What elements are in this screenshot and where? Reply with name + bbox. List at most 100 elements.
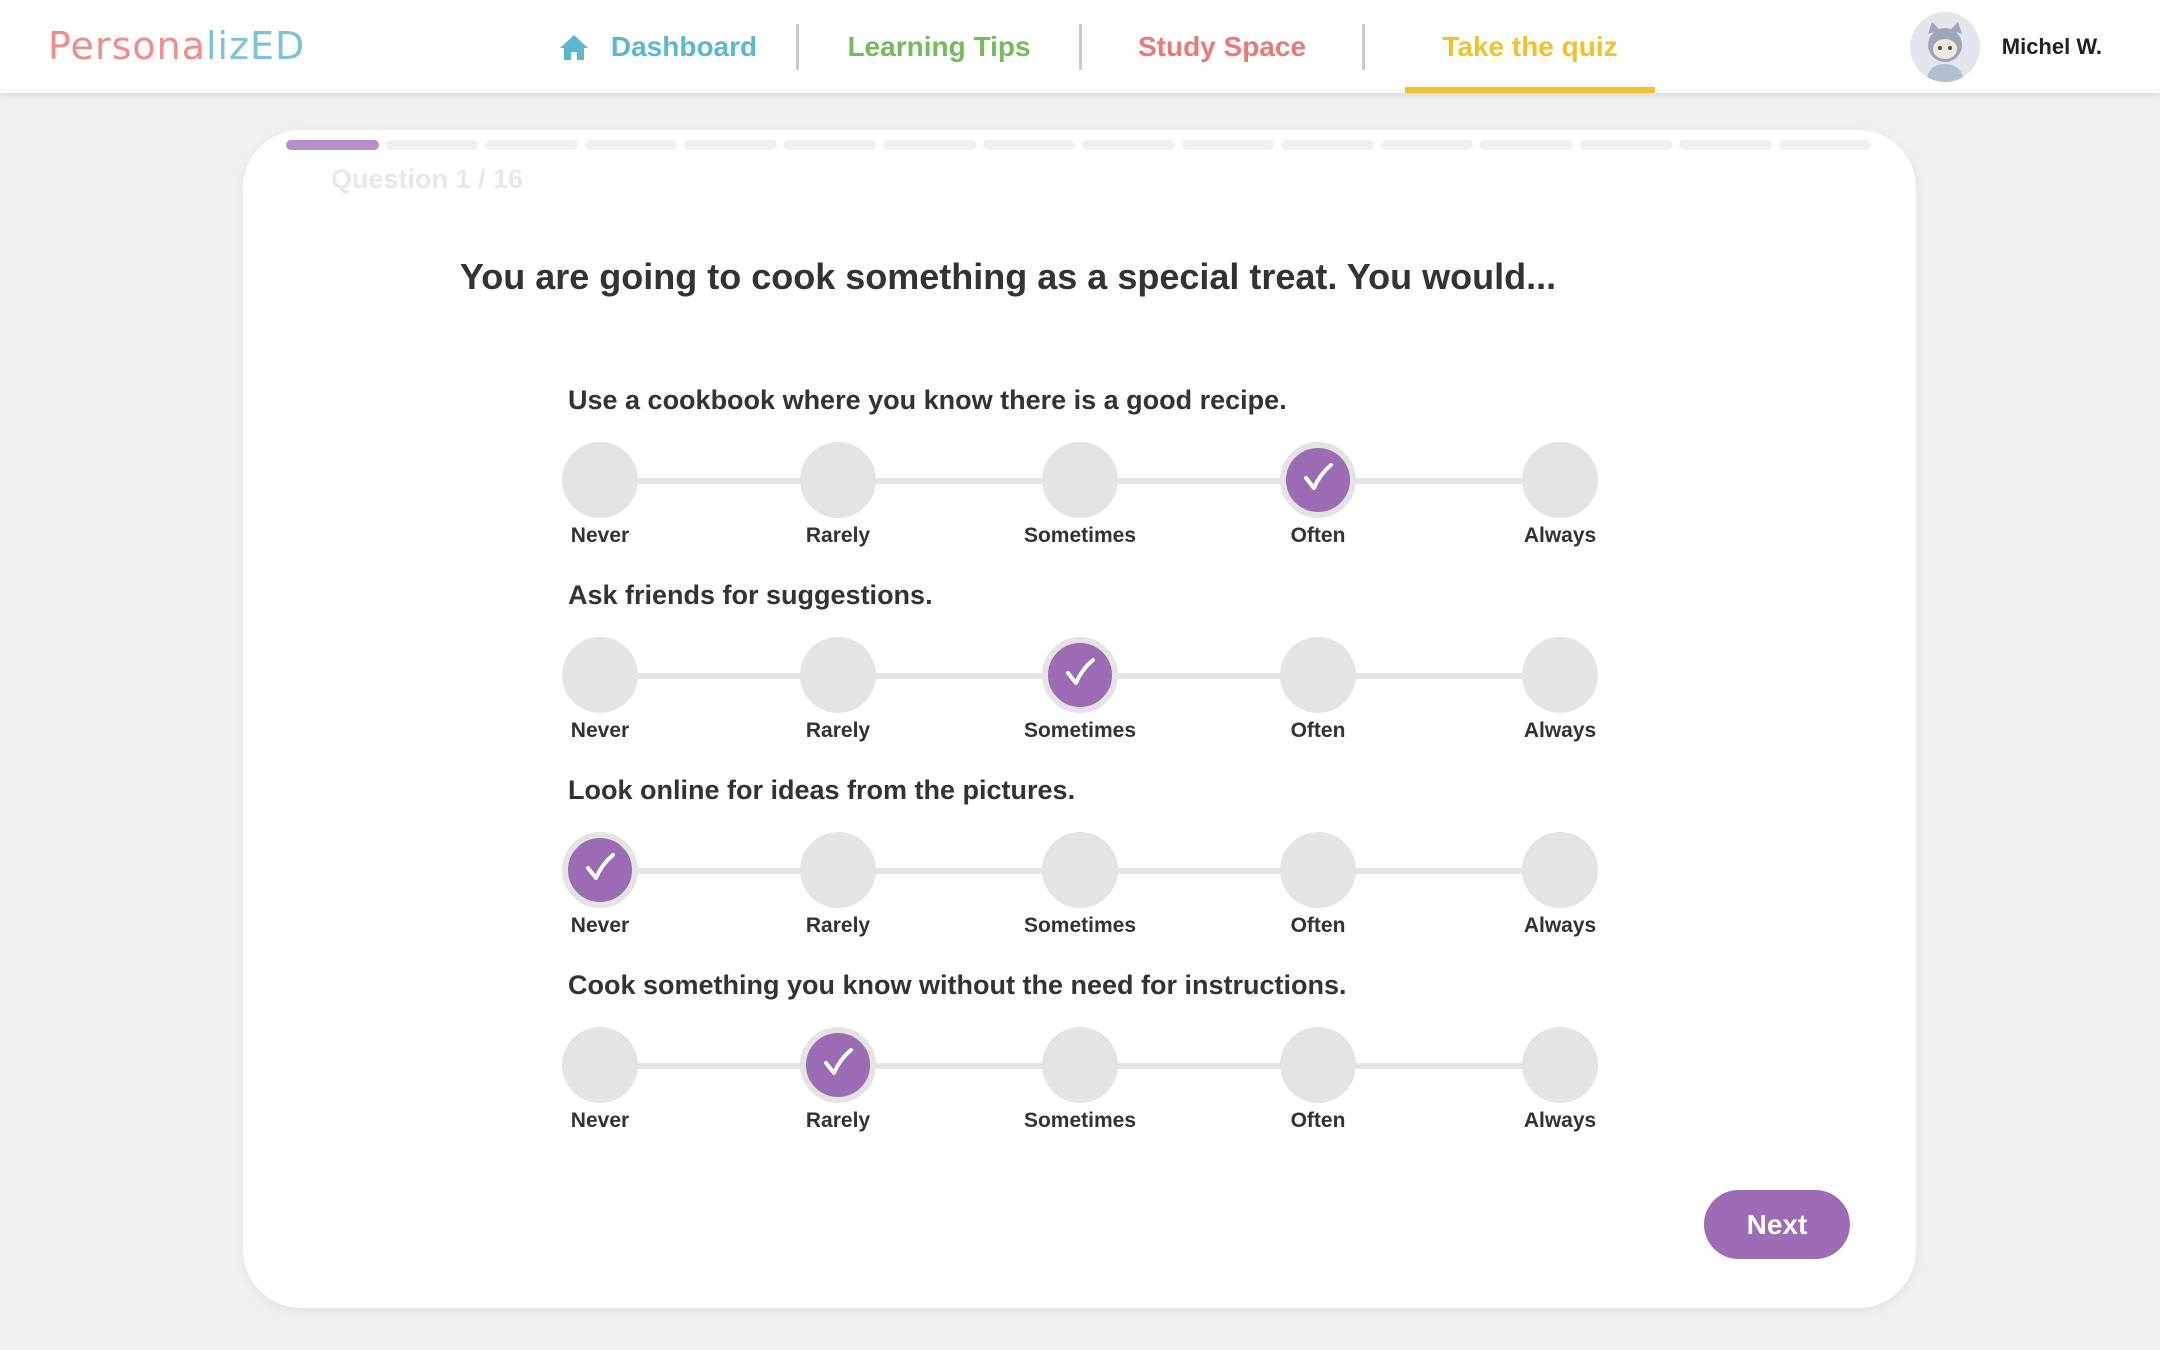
nav-study-space-label: Study Space — [1137, 30, 1307, 62]
scale-option-rarely[interactable]: Rarely — [758, 442, 918, 548]
next-button-label: Next — [1746, 1208, 1808, 1240]
scale-option-label: Always — [1523, 719, 1597, 742]
user-name: Michel W. — [2001, 34, 2102, 59]
scale-option-never[interactable]: Never — [520, 832, 680, 938]
radio-circle[interactable] — [562, 442, 638, 518]
scale-option-sometimes[interactable]: Sometimes — [1000, 832, 1160, 938]
scale-option-often[interactable]: Often — [1238, 442, 1398, 548]
avatar-icon[interactable] — [1909, 12, 1980, 82]
logo-text-part2: sona — [111, 24, 206, 68]
scale-option-label: Sometimes — [1023, 1109, 1137, 1132]
statement-text: Look online for ideas from the pictures. — [568, 775, 1076, 805]
scale-option-label: Never — [570, 524, 630, 547]
scale-option-label: Never — [570, 1109, 630, 1132]
question-counter: Question 1 / 16 — [331, 164, 524, 194]
frequency-scale: Never Rarely Sometimes Often Always — [562, 637, 1668, 747]
progress-segment — [883, 140, 976, 150]
scale-option-label: Often — [1290, 524, 1346, 547]
selected-radio[interactable] — [1042, 637, 1118, 713]
radio-circle[interactable] — [1280, 637, 1356, 713]
progress-segment — [485, 140, 578, 150]
statement-text: Ask friends for suggestions. — [568, 580, 933, 610]
scale-option-label: Sometimes — [1023, 914, 1137, 937]
radio-circle[interactable] — [1280, 1027, 1356, 1103]
radio-circle[interactable] — [1522, 832, 1598, 908]
progress-segment — [385, 140, 478, 150]
selected-radio[interactable] — [800, 1027, 876, 1103]
scale-option-never[interactable]: Never — [520, 637, 680, 743]
scale-option-label: Sometimes — [1023, 719, 1137, 742]
progress-segment — [982, 140, 1075, 150]
scale-option-rarely[interactable]: Rarely — [758, 637, 918, 743]
progress-segment — [1281, 140, 1374, 150]
progress-segment — [684, 140, 777, 150]
nav-learning-tips[interactable]: Learning Tips — [799, 0, 1079, 93]
radio-circle[interactable] — [1522, 1027, 1598, 1103]
scale-option-often[interactable]: Often — [1238, 637, 1398, 743]
scale-option-label: Always — [1523, 1109, 1597, 1132]
statement-item: Look online for ideas from the pictures.… — [562, 770, 1668, 942]
scale-option-sometimes[interactable]: Sometimes — [1000, 637, 1160, 743]
user-profile[interactable]: Michel W. — [1909, 12, 2102, 82]
scale-option-never[interactable]: Never — [520, 442, 680, 548]
scale-option-label: Rarely — [805, 1109, 871, 1132]
scale-option-always[interactable]: Always — [1480, 1027, 1640, 1133]
scale-option-often[interactable]: Often — [1238, 832, 1398, 938]
radio-circle[interactable] — [1280, 832, 1356, 908]
radio-circle[interactable] — [1042, 832, 1118, 908]
radio-circle[interactable] — [800, 637, 876, 713]
logo-text-part1: Per — [48, 24, 112, 68]
progress-segment — [1181, 140, 1274, 150]
scale-option-always[interactable]: Always — [1480, 637, 1640, 743]
scale-option-label: Rarely — [805, 719, 871, 742]
progress-segment — [1579, 140, 1672, 150]
progress-segment — [1480, 140, 1573, 150]
scale-option-always[interactable]: Always — [1480, 832, 1640, 938]
active-tab-indicator — [1405, 87, 1655, 93]
radio-circle[interactable] — [1042, 442, 1118, 518]
scale-option-always[interactable]: Always — [1480, 442, 1640, 548]
statement-item: Cook something you know without the need… — [562, 965, 1668, 1137]
radio-circle[interactable] — [800, 442, 876, 518]
scale-option-often[interactable]: Often — [1238, 1027, 1398, 1133]
progress-segment — [783, 140, 876, 150]
radio-circle[interactable] — [1522, 442, 1598, 518]
personalized-logo[interactable]: PersonalizED — [48, 24, 305, 68]
selected-radio[interactable] — [1280, 442, 1356, 518]
radio-circle[interactable] — [562, 637, 638, 713]
radio-circle[interactable] — [562, 1027, 638, 1103]
question-title: You are going to cook something as a spe… — [459, 256, 1557, 297]
progress-segment — [1380, 140, 1473, 150]
scale-option-label: Often — [1290, 914, 1346, 937]
quiz-card: Question 1 / 16 You are going to cook so… — [243, 130, 1916, 1308]
scale-option-label: Never — [570, 719, 630, 742]
scale-option-label: Sometimes — [1023, 524, 1137, 547]
scale-option-label: Rarely — [805, 914, 871, 937]
nav-learning-tips-label: Learning Tips — [847, 30, 1031, 62]
nav-divider — [1362, 23, 1365, 70]
nav-dashboard[interactable]: Dashboard — [520, 0, 796, 93]
checkmark-icon — [1063, 656, 1097, 695]
scale-option-sometimes[interactable]: Sometimes — [1000, 442, 1160, 548]
next-button[interactable]: Next — [1704, 1190, 1850, 1259]
statement-text: Cook something you know without the need… — [568, 970, 1347, 1000]
home-icon — [559, 33, 589, 61]
radio-circle[interactable] — [1042, 1027, 1118, 1103]
scale-option-never[interactable]: Never — [520, 1027, 680, 1133]
nav-take-the-quiz[interactable]: Take the quiz — [1405, 0, 1655, 93]
main-navigation: Dashboard Learning Tips Study Space Take… — [520, 0, 1655, 93]
radio-circle[interactable] — [1522, 637, 1598, 713]
selected-radio[interactable] — [562, 832, 638, 908]
top-nav-bar: PersonalizED Dashboard Learning Tips Stu… — [0, 0, 2160, 93]
frequency-scale: Never Rarely Sometimes Often Always — [562, 832, 1668, 942]
scale-option-label: Never — [570, 914, 630, 937]
logo-text-part3: lizED — [205, 24, 306, 68]
scale-option-sometimes[interactable]: Sometimes — [1000, 1027, 1160, 1133]
nav-study-space[interactable]: Study Space — [1082, 0, 1362, 93]
scale-option-rarely[interactable]: Rarely — [758, 832, 918, 938]
progress-segment — [286, 140, 379, 150]
progress-segment — [1778, 140, 1871, 150]
checkmark-icon — [583, 851, 617, 890]
radio-circle[interactable] — [800, 832, 876, 908]
scale-option-rarely[interactable]: Rarely — [758, 1027, 918, 1133]
